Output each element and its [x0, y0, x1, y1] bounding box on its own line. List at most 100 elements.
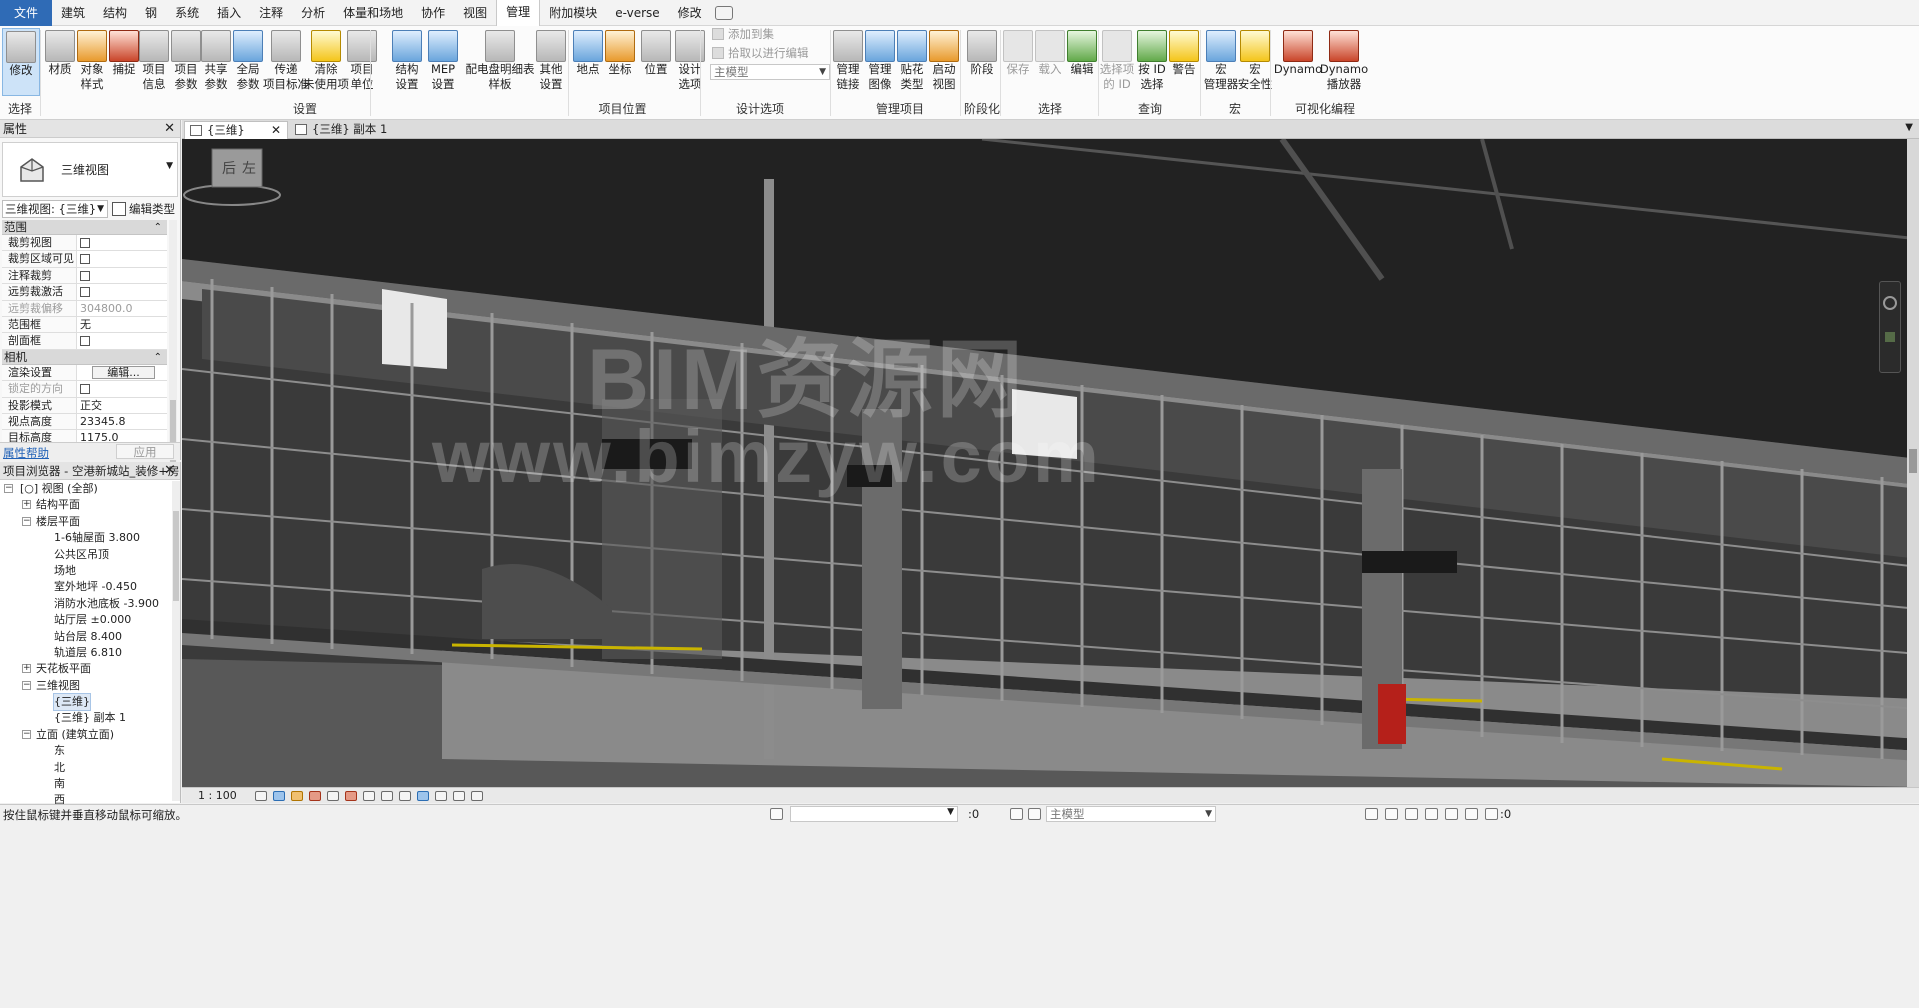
viewport-scrollbar[interactable]: [1907, 139, 1919, 787]
decal-types-button[interactable]: 贴花 类型: [896, 28, 928, 92]
coordinates-button[interactable]: 坐标: [604, 28, 636, 77]
drag-elements-icon[interactable]: [1445, 808, 1458, 820]
other-settings-wrench-button[interactable]: 其他 设置: [534, 28, 568, 92]
macro-security-button[interactable]: 宏 安全性: [1238, 28, 1272, 92]
expand-icon[interactable]: +: [22, 500, 31, 510]
tree-node[interactable]: {三维} 副本 1: [0, 710, 172, 726]
highlight-displacement-icon[interactable]: [470, 790, 483, 801]
ribbon-minimize-icon[interactable]: [714, 5, 733, 20]
collapse-chevron-icon[interactable]: ⌃: [154, 220, 162, 235]
menu-manage[interactable]: 管理: [496, 0, 541, 26]
property-value[interactable]: 正交: [77, 397, 167, 413]
active-design-option-select[interactable]: 主模型 ▼: [1046, 806, 1216, 822]
worksets-icon[interactable]: [770, 808, 783, 820]
tree-node[interactable]: 场地: [0, 563, 172, 579]
position-button[interactable]: 位置: [640, 28, 672, 77]
property-group-header[interactable]: 范围 ⌃: [2, 220, 167, 235]
select-links-icon[interactable]: [1365, 808, 1378, 820]
property-value[interactable]: 无: [77, 316, 167, 333]
select-by-face-icon[interactable]: [1425, 808, 1438, 820]
viewcube-back-label[interactable]: 后: [222, 161, 236, 177]
property-checkbox-cell[interactable]: [77, 267, 167, 284]
menu-architecture[interactable]: 建筑: [52, 0, 94, 26]
navigation-bar[interactable]: [1879, 281, 1901, 373]
reveal-hidden-icon[interactable]: [416, 790, 429, 801]
tree-node[interactable]: 室外地坪 -0.450: [0, 579, 172, 595]
properties-help-link[interactable]: 属性帮助: [3, 445, 49, 461]
tree-node[interactable]: 北: [0, 760, 172, 776]
dynamo-player-button[interactable]: Dynamo 播放器: [1320, 28, 1368, 92]
expand-icon[interactable]: +: [22, 664, 31, 674]
property-checkbox[interactable]: [80, 254, 90, 265]
tree-node[interactable]: + 结构平面: [0, 497, 172, 513]
property-checkbox-cell[interactable]: [77, 251, 167, 267]
phases-button[interactable]: 阶段: [966, 28, 998, 77]
tree-node[interactable]: 公共区吊顶: [0, 547, 172, 563]
render-settings-edit-button[interactable]: 编辑...: [92, 365, 155, 379]
tree-node[interactable]: 南: [0, 776, 172, 792]
menu-systems[interactable]: 系统: [166, 0, 208, 26]
warnings-button[interactable]: 警告: [1168, 28, 1200, 77]
menu-massing-site[interactable]: 体量和场地: [334, 0, 412, 26]
property-checkbox[interactable]: [80, 336, 90, 347]
panel-title-select[interactable]: 选择: [0, 100, 40, 118]
close-icon[interactable]: ✕: [164, 120, 175, 138]
design-options-status-icon[interactable]: [1028, 808, 1041, 820]
manage-images-button[interactable]: 管理 图像: [864, 28, 896, 92]
menu-insert[interactable]: 插入: [208, 0, 250, 26]
tree-node[interactable]: 消防水池底板 -3.900: [0, 596, 172, 612]
design-option-select[interactable]: 主模型 ▼: [710, 64, 830, 80]
collapse-icon[interactable]: −: [22, 680, 31, 690]
property-checkbox[interactable]: [80, 270, 90, 281]
global-parameters-button[interactable]: 全局 参数: [232, 28, 264, 92]
show-analytical-model-icon[interactable]: [452, 790, 465, 801]
snap-magnet-button[interactable]: 捕捉: [108, 28, 140, 77]
menu-addins[interactable]: 附加模块: [540, 0, 606, 26]
add-to-set-button[interactable]: 添加到集: [712, 26, 774, 42]
visual-style-icon[interactable]: [272, 790, 285, 801]
edit-type-button[interactable]: 编辑类型: [112, 200, 175, 218]
tree-node[interactable]: − 楼层平面: [0, 514, 172, 530]
crop-view-icon[interactable]: [344, 790, 357, 801]
tree-node[interactable]: 1-6轴屋面 3.800: [0, 530, 172, 546]
menu-view[interactable]: 视图: [454, 0, 496, 26]
viewcube-left-label[interactable]: 左: [242, 161, 256, 177]
tab-3d-view-copy[interactable]: {三维} 副本 1: [290, 121, 400, 139]
viewcube-icon[interactable]: 后 左: [182, 139, 282, 207]
scroll-thumb[interactable]: [1909, 449, 1917, 473]
tree-node[interactable]: − 立面 (建筑立面): [0, 727, 172, 743]
collapse-icon[interactable]: −: [22, 729, 31, 739]
property-checkbox-cell[interactable]: [77, 284, 167, 300]
scroll-thumb[interactable]: [173, 511, 179, 601]
background-processes-icon[interactable]: [1465, 808, 1478, 820]
render-icon[interactable]: [326, 790, 339, 801]
tree-node[interactable]: 东: [0, 743, 172, 759]
design-options-button[interactable]: 设计 选项: [674, 28, 706, 92]
tree-node[interactable]: + 天花板平面: [0, 661, 172, 677]
shadows-icon[interactable]: [308, 790, 321, 801]
shared-parameters-button[interactable]: 共享 参数: [200, 28, 232, 92]
3d-viewport[interactable]: BIM资源网 www.bimzyw.com 后 左: [182, 139, 1919, 787]
object-styles-button[interactable]: 对象 样式: [76, 28, 108, 92]
select-pinned-icon[interactable]: [1405, 808, 1418, 820]
sun-path-icon[interactable]: [290, 790, 303, 801]
steering-wheel-icon[interactable]: [1883, 296, 1897, 310]
collapse-chevron-icon[interactable]: ⌃: [154, 350, 162, 365]
cursor-arrow-button[interactable]: 修改: [2, 28, 40, 96]
temporary-hide-icon[interactable]: [398, 790, 411, 801]
menu-collaborate[interactable]: 协作: [412, 0, 454, 26]
menu-modify[interactable]: 修改: [669, 0, 711, 26]
manage-links-button[interactable]: 管理 链接: [832, 28, 864, 92]
tab-3d-view[interactable]: {三维} ✕: [184, 121, 288, 139]
dynamo-button[interactable]: Dynamo: [1274, 28, 1322, 77]
close-icon[interactable]: ✕: [164, 462, 175, 479]
filter-icon[interactable]: [1485, 808, 1498, 820]
project-parameters-button[interactable]: 项目 参数: [170, 28, 202, 92]
property-value[interactable]: 23345.8: [77, 413, 167, 430]
purge-unused-button[interactable]: 清除 未使用项: [303, 28, 349, 92]
select-by-id-button[interactable]: 按 ID 选择: [1136, 28, 1168, 92]
instance-selector[interactable]: 三维视图: {三维} ▼: [2, 200, 108, 218]
project-units-button[interactable]: 项目 单位: [346, 28, 378, 92]
temporary-view-properties-icon[interactable]: [434, 790, 447, 801]
editable-only-icon[interactable]: [1010, 808, 1023, 820]
